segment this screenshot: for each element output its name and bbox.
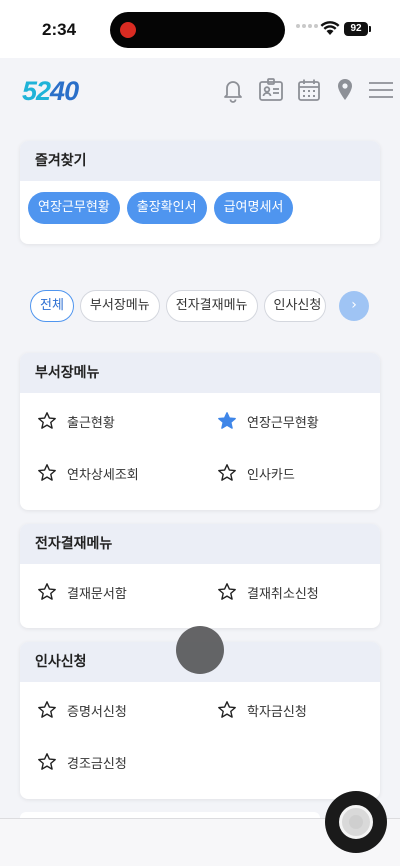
signal-dots-icon (296, 24, 318, 28)
assistive-touch-ring-icon (339, 805, 373, 839)
menu-item[interactable]: 출근현황 (20, 395, 200, 447)
section-manager-menu: 부서장메뉴 출근현황 연장근무현황 연차상세조회 인사카드 (20, 353, 380, 510)
tab-manager-menu[interactable]: 부서장메뉴 (79, 290, 160, 322)
dynamic-island (110, 12, 285, 48)
hamburger-menu-icon[interactable] (367, 76, 395, 104)
assistive-touch-button[interactable] (325, 791, 387, 853)
menu-item-label: 출근현황 (67, 415, 115, 431)
star-outline-icon[interactable] (217, 700, 237, 720)
star-outline-icon[interactable] (37, 700, 57, 720)
menu-item[interactable]: 연장근무현황 (200, 395, 380, 447)
menu-item[interactable]: 결재문서함 (20, 566, 200, 618)
section-title: 전자결재메뉴 (20, 524, 380, 564)
menu-item-label: 경조금신청 (67, 756, 127, 772)
tabs-next-button[interactable]: › (339, 291, 369, 321)
star-outline-icon[interactable] (37, 463, 57, 483)
menu-item[interactable]: 결재취소신청 (200, 566, 380, 618)
app-header: 5240 (0, 58, 400, 130)
star-outline-icon[interactable] (37, 752, 57, 772)
star-outline-icon[interactable] (217, 463, 237, 483)
touch-indicator[interactable] (176, 626, 224, 674)
favorites-title: 즐겨찾기 (20, 141, 380, 181)
menu-item-label: 학자금신청 (247, 704, 307, 720)
star-outline-icon[interactable] (37, 582, 57, 602)
star-outline-icon[interactable] (217, 582, 237, 602)
menu-item-label: 연장근무현황 (247, 415, 319, 431)
favorite-chip[interactable]: 급여명세서 (213, 192, 294, 224)
favorite-chip[interactable]: 연장근무현황 (28, 192, 120, 224)
favorites-card: 즐겨찾기 연장근무현황 출장확인서 급여명세서 (20, 141, 380, 244)
menu-item[interactable]: 증명서신청 (20, 684, 200, 736)
section-title: 부서장메뉴 (20, 353, 380, 393)
menu-item-label: 연차상세조회 (67, 467, 139, 483)
menu-item-label: 결재문서함 (67, 586, 127, 602)
menu-item-label: 인사카드 (247, 467, 295, 483)
tab-all[interactable]: 전체 (30, 290, 74, 322)
battery-tip (369, 26, 371, 32)
section-approval-menu: 전자결재메뉴 결재문서함 결재취소신청 (20, 524, 380, 628)
star-outline-icon[interactable] (37, 411, 57, 431)
status-time: 2:34 (42, 20, 77, 39)
battery-indicator: 92 (344, 22, 368, 36)
brand-logo[interactable]: 5240 (22, 76, 79, 107)
tab-hr-request[interactable]: 인사신청 (263, 290, 326, 322)
location-pin-icon[interactable] (331, 76, 359, 104)
status-bar: 2:34 92 (0, 0, 400, 58)
id-card-icon[interactable] (257, 76, 285, 104)
tab-approval-menu[interactable]: 전자결재메뉴 (165, 290, 258, 322)
calendar-icon[interactable] (295, 76, 323, 104)
star-filled-icon[interactable] (217, 411, 237, 431)
menu-item-label: 증명서신청 (67, 704, 127, 720)
menu-item[interactable]: 연차상세조회 (20, 447, 200, 499)
menu-item-label: 결재취소신청 (247, 586, 319, 602)
recording-indicator-icon (120, 22, 136, 38)
menu-item[interactable]: 인사카드 (200, 447, 380, 499)
category-tabs: 전체 부서장메뉴 전자결재메뉴 인사신청 (30, 290, 326, 322)
bell-icon[interactable] (219, 76, 247, 104)
menu-item[interactable]: 경조금신청 (20, 736, 200, 788)
favorite-chip[interactable]: 출장확인서 (126, 192, 207, 224)
wifi-icon (320, 20, 340, 40)
menu-item[interactable]: 학자금신청 (200, 684, 380, 736)
